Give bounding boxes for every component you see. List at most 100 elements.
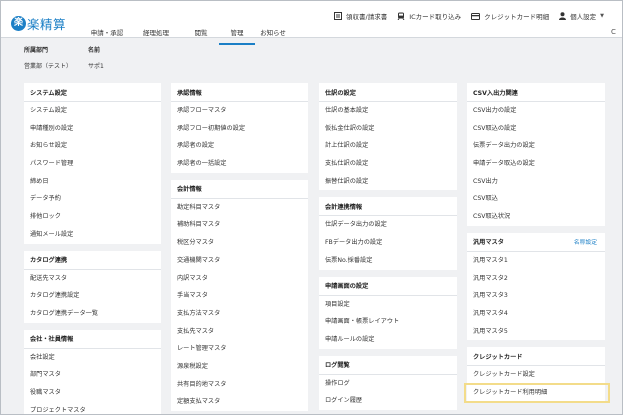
menu-item[interactable]: FBデータ出力の設定 [319, 234, 457, 252]
menu-item[interactable]: 申請画面・帳票レイアウト [319, 313, 457, 331]
menu-item[interactable]: 汎用マスタ4 [467, 305, 605, 323]
menu-item[interactable]: データ予約 [24, 190, 161, 208]
menu-item[interactable]: 汎用マスタ1 [467, 252, 605, 270]
menu-item[interactable]: 汎用マスタ3 [467, 287, 605, 305]
menu-panel: クレジットカードクレジットカード設定 クレジットカード利用明細 [464, 347, 610, 403]
menu-item[interactable]: 排他ロック [24, 208, 161, 226]
menu-item[interactable]: 支払先マスタ [171, 323, 308, 341]
menu-item[interactable]: 手当マスタ [171, 287, 308, 305]
menu-item[interactable]: 共有目的地マスタ [171, 376, 308, 394]
menu-item[interactable]: プロジェクトマスタ [24, 402, 161, 414]
user-info: 所属部門 名前 営業部（テスト） サポ1 [24, 46, 104, 72]
nav-tab-accounting[interactable]: 経理処理 [129, 21, 183, 45]
panel-header: 申請画面の設定 [319, 277, 457, 296]
menu-item[interactable]: 通知メール設定 [24, 226, 161, 244]
menu-panel: システム設定 システム設定 申請種別の設定 お知らせ設定 パスワード管理 締め日 データ予約… [24, 83, 161, 244]
menu-item[interactable]: お知らせ設定 [24, 137, 161, 155]
menu-item[interactable]: 計上仕訳の設定 [319, 137, 457, 155]
menu-item[interactable]: カタログ連携データ一覧 [24, 305, 161, 323]
menu-item[interactable]: 申請種別の設定 [24, 120, 161, 138]
panel-title: システム設定 [30, 89, 67, 97]
nav-tab-notices[interactable]: お知らせ [255, 21, 291, 45]
logo-mark: 楽 [11, 15, 26, 31]
panel-title: ログ閲覧 [325, 362, 350, 370]
credit-card-link-label: クレジットカード明細 [484, 13, 550, 21]
menu-item[interactable]: 勘定科目マスタ [171, 199, 308, 217]
personal-settings-menu[interactable]: 個人設定 ▼ [559, 11, 604, 21]
nav-tab-browse[interactable]: 閲覧 [183, 21, 219, 45]
menu-item[interactable]: 伝票データ出力の設定 [467, 137, 605, 155]
menu-item[interactable]: CSV出力 [467, 173, 605, 191]
dept-label: 所属部門 [24, 47, 49, 54]
menu-item[interactable]: 補助科目マスタ [171, 216, 308, 234]
menu-item[interactable]: 役職マスタ [24, 384, 161, 402]
menu-panel: 会社・社員情報 会社設定 部門マスタ 役職マスタ プロジェクトマスタ [24, 329, 161, 414]
panel-title: クレジットカード [473, 353, 523, 361]
menu-item[interactable]: カタログ連携設定 [24, 287, 161, 305]
main-nav: 申請・承認 経理処理 閲覧 管理 お知らせ [85, 21, 291, 45]
receipts-link[interactable]: 領収書/請求書 [334, 11, 387, 21]
name-label: 名前 [88, 47, 101, 54]
menu-item[interactable]: CSV取込状況 [467, 208, 605, 226]
menu-item[interactable]: レート管理マスタ [171, 340, 308, 358]
menu-item[interactable]: 振替仕訳の設定 [319, 173, 457, 191]
menu-item[interactable]: CSV出力の設定 [467, 102, 605, 120]
menu-item[interactable]: CSV取込 [467, 190, 605, 208]
menu-item[interactable]: 仕訳の基本設定 [319, 102, 457, 120]
menu-item[interactable]: CSV取込の設定 [467, 120, 605, 138]
menu-item[interactable]: 操作ログ [319, 375, 457, 393]
panel-title: 会計連携情報 [325, 203, 363, 211]
menu-panel: 会計情報 勘定科目マスタ 補助科目マスタ 税区分マスタ 交通機関マスタ 内訳マスタ 手当マス… [171, 179, 308, 411]
menu-item[interactable]: ログイン履歴 [319, 392, 457, 410]
menu-item[interactable]: 承認者の一括設定 [171, 155, 308, 173]
panel-title: 仕訳の設定 [325, 89, 356, 97]
menu-item[interactable]: パスワード管理 [24, 155, 161, 173]
menu-item[interactable]: 支払仕訳の設定 [319, 155, 457, 173]
menu-item[interactable]: 配送先マスタ [24, 270, 161, 288]
menu-item[interactable]: クレジットカード利用明細 [464, 382, 610, 403]
menu-item[interactable]: システム設定 [24, 102, 161, 120]
menu-item[interactable]: 伝票No.採番設定 [319, 252, 457, 270]
menu-item[interactable]: 申請データ取込の設定 [467, 155, 605, 173]
menu-item[interactable]: 申請ルールの設定 [319, 331, 457, 349]
menu-item[interactable]: 承認フローマスタ [171, 102, 308, 120]
panel-header: システム設定 [24, 83, 161, 102]
user-icon [559, 12, 567, 20]
panel-title: カタログ連携 [30, 257, 68, 264]
menu-item[interactable]: 項目設定 [319, 296, 457, 314]
menu-item[interactable]: 税区分マスタ [171, 234, 308, 252]
credit-card-link[interactable]: クレジットカード明細 [471, 11, 549, 21]
receipts-link-label: 領収書/請求書 [346, 13, 388, 21]
panel-title: 承認情報 [177, 89, 202, 97]
column-3: 仕訳の設定仕訳の基本設定 仮払金仕訳の設定 計上仕訳の設定 支払仕訳の設定 振替仕訳の設… [319, 83, 457, 414]
menu-item[interactable]: 承認者の設定 [171, 137, 308, 155]
menu-item[interactable]: 支払方法マスタ [171, 305, 308, 323]
panel-header: 仕訳の設定 [319, 83, 457, 102]
menu-item[interactable]: 仮払金仕訳の設定 [319, 120, 457, 138]
menu-item[interactable]: 定額支払マスタ [171, 393, 308, 411]
name-value: サポ1 [88, 63, 104, 70]
refresh-icon[interactable]: C [611, 28, 616, 36]
menu-item[interactable]: 仕訳データ出力の設定 [319, 216, 457, 234]
menu-item[interactable]: 部門マスタ [24, 366, 161, 384]
menu-item[interactable]: 内訳マスタ [171, 270, 308, 288]
menu-panel: 承認情報承認フローマスタ 承認フロー初期値の設定 承認者の設定 承認者の一括設定 [171, 83, 308, 173]
menu-item[interactable]: 承認フロー初期値の設定 [171, 120, 308, 138]
nav-tab-admin[interactable]: 管理 [219, 21, 255, 45]
panel-header: 会社・社員情報 [24, 330, 161, 349]
ic-card-link[interactable]: ICカード取り込み [397, 11, 461, 21]
menu-item[interactable]: 交通機関マスタ [171, 252, 308, 270]
column-4: CSV入出力関連 CSV出力の設定 CSV取込の設定 伝票データ出力の設定 申請データ取… [464, 83, 610, 409]
menu-item[interactable]: 源泉税設定 [171, 358, 308, 376]
app-logo[interactable]: 楽 楽精算 [11, 14, 66, 32]
name-settings-link[interactable]: 名称設定 [574, 237, 597, 246]
nav-tab-application[interactable]: 申請・承認 [85, 21, 129, 45]
menu-item[interactable]: クレジットカード設定 [467, 366, 605, 384]
menu-item[interactable]: 汎用マスタ2 [467, 270, 605, 288]
personal-settings-label: 個人設定 [570, 13, 597, 21]
menu-item[interactable]: 汎用マスタ5 [467, 323, 605, 341]
panel-header: 会計情報 [171, 180, 308, 199]
menu-panel: カタログ連携配送先マスタ カタログ連携設定 カタログ連携データ一覧 [24, 250, 161, 323]
menu-item[interactable]: 締め日 [24, 173, 161, 191]
menu-item[interactable]: 会社設定 [24, 349, 161, 367]
